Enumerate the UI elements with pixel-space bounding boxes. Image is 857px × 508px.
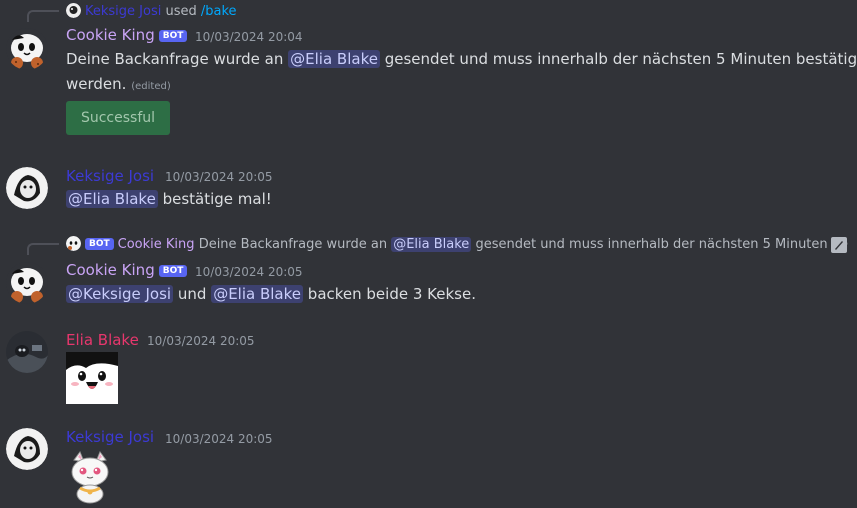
- timestamp[interactable]: 10/03/2024 20:05: [147, 334, 255, 348]
- message-text: @Elia Blake bestätige mal!: [66, 190, 272, 208]
- successful-button[interactable]: Successful: [66, 101, 170, 135]
- edit-pencil-icon[interactable]: [831, 237, 847, 253]
- reply-used-label: used: [165, 4, 197, 19]
- mention-keksige-josi[interactable]: @Keksige Josi: [66, 285, 174, 303]
- bot-badge: BOT: [158, 30, 188, 42]
- keksige-josi-mini-avatar: [66, 3, 81, 18]
- reply-spine: [27, 243, 59, 255]
- cookie-king-mini-avatar: [66, 236, 81, 251]
- message-text: @Keksige Josi und @Elia Blake backen bei…: [66, 285, 476, 303]
- mention-elia-blake[interactable]: @Elia Blake: [288, 50, 380, 68]
- cookie-king-avatar[interactable]: [6, 262, 48, 304]
- reply-mention-elia-blake[interactable]: @Elia Blake: [391, 237, 472, 252]
- keksige-josi-avatar[interactable]: [6, 167, 48, 209]
- author-name[interactable]: Keksige Josi: [66, 167, 154, 185]
- keksige-josi-avatar[interactable]: [6, 428, 48, 470]
- reply-context[interactable]: BOT Cookie King Deine Backanfrage wurde a…: [66, 236, 848, 252]
- author-name[interactable]: Keksige Josi: [66, 428, 154, 446]
- kawaii-face-sticker[interactable]: [66, 352, 118, 404]
- elia-blake-avatar[interactable]: [6, 331, 48, 373]
- reply-username[interactable]: Keksige Josi: [85, 4, 161, 19]
- timestamp[interactable]: 10/03/2024 20:05: [165, 170, 273, 184]
- cookie-king-avatar[interactable]: [6, 28, 48, 70]
- reply-username[interactable]: Cookie King: [118, 237, 195, 252]
- timestamp[interactable]: 10/03/2024 20:05: [165, 432, 273, 446]
- message-text-line2: werden. (edited): [66, 75, 171, 93]
- bot-badge: BOT: [158, 265, 188, 277]
- mention-elia-blake[interactable]: @Elia Blake: [211, 285, 304, 303]
- message-text: Deine Backanfrage wurde an @Elia Blake g…: [66, 50, 857, 68]
- reply-bot-badge: BOT: [85, 238, 114, 250]
- slash-command-link[interactable]: /bake: [201, 4, 237, 19]
- reply-spine: [27, 10, 59, 22]
- author-name[interactable]: Cookie King BOT: [66, 261, 188, 279]
- white-cat-sticker[interactable]: [64, 450, 116, 504]
- timestamp[interactable]: 10/03/2024 20:04: [195, 30, 303, 44]
- author-name[interactable]: Cookie King BOT: [66, 26, 188, 44]
- reply-context[interactable]: Keksige Josi used /bake: [66, 3, 237, 19]
- mention-elia-blake[interactable]: @Elia Blake: [66, 190, 158, 208]
- edited-label: (edited): [131, 81, 171, 92]
- timestamp[interactable]: 10/03/2024 20:05: [195, 265, 303, 279]
- author-name[interactable]: Elia Blake: [66, 331, 139, 349]
